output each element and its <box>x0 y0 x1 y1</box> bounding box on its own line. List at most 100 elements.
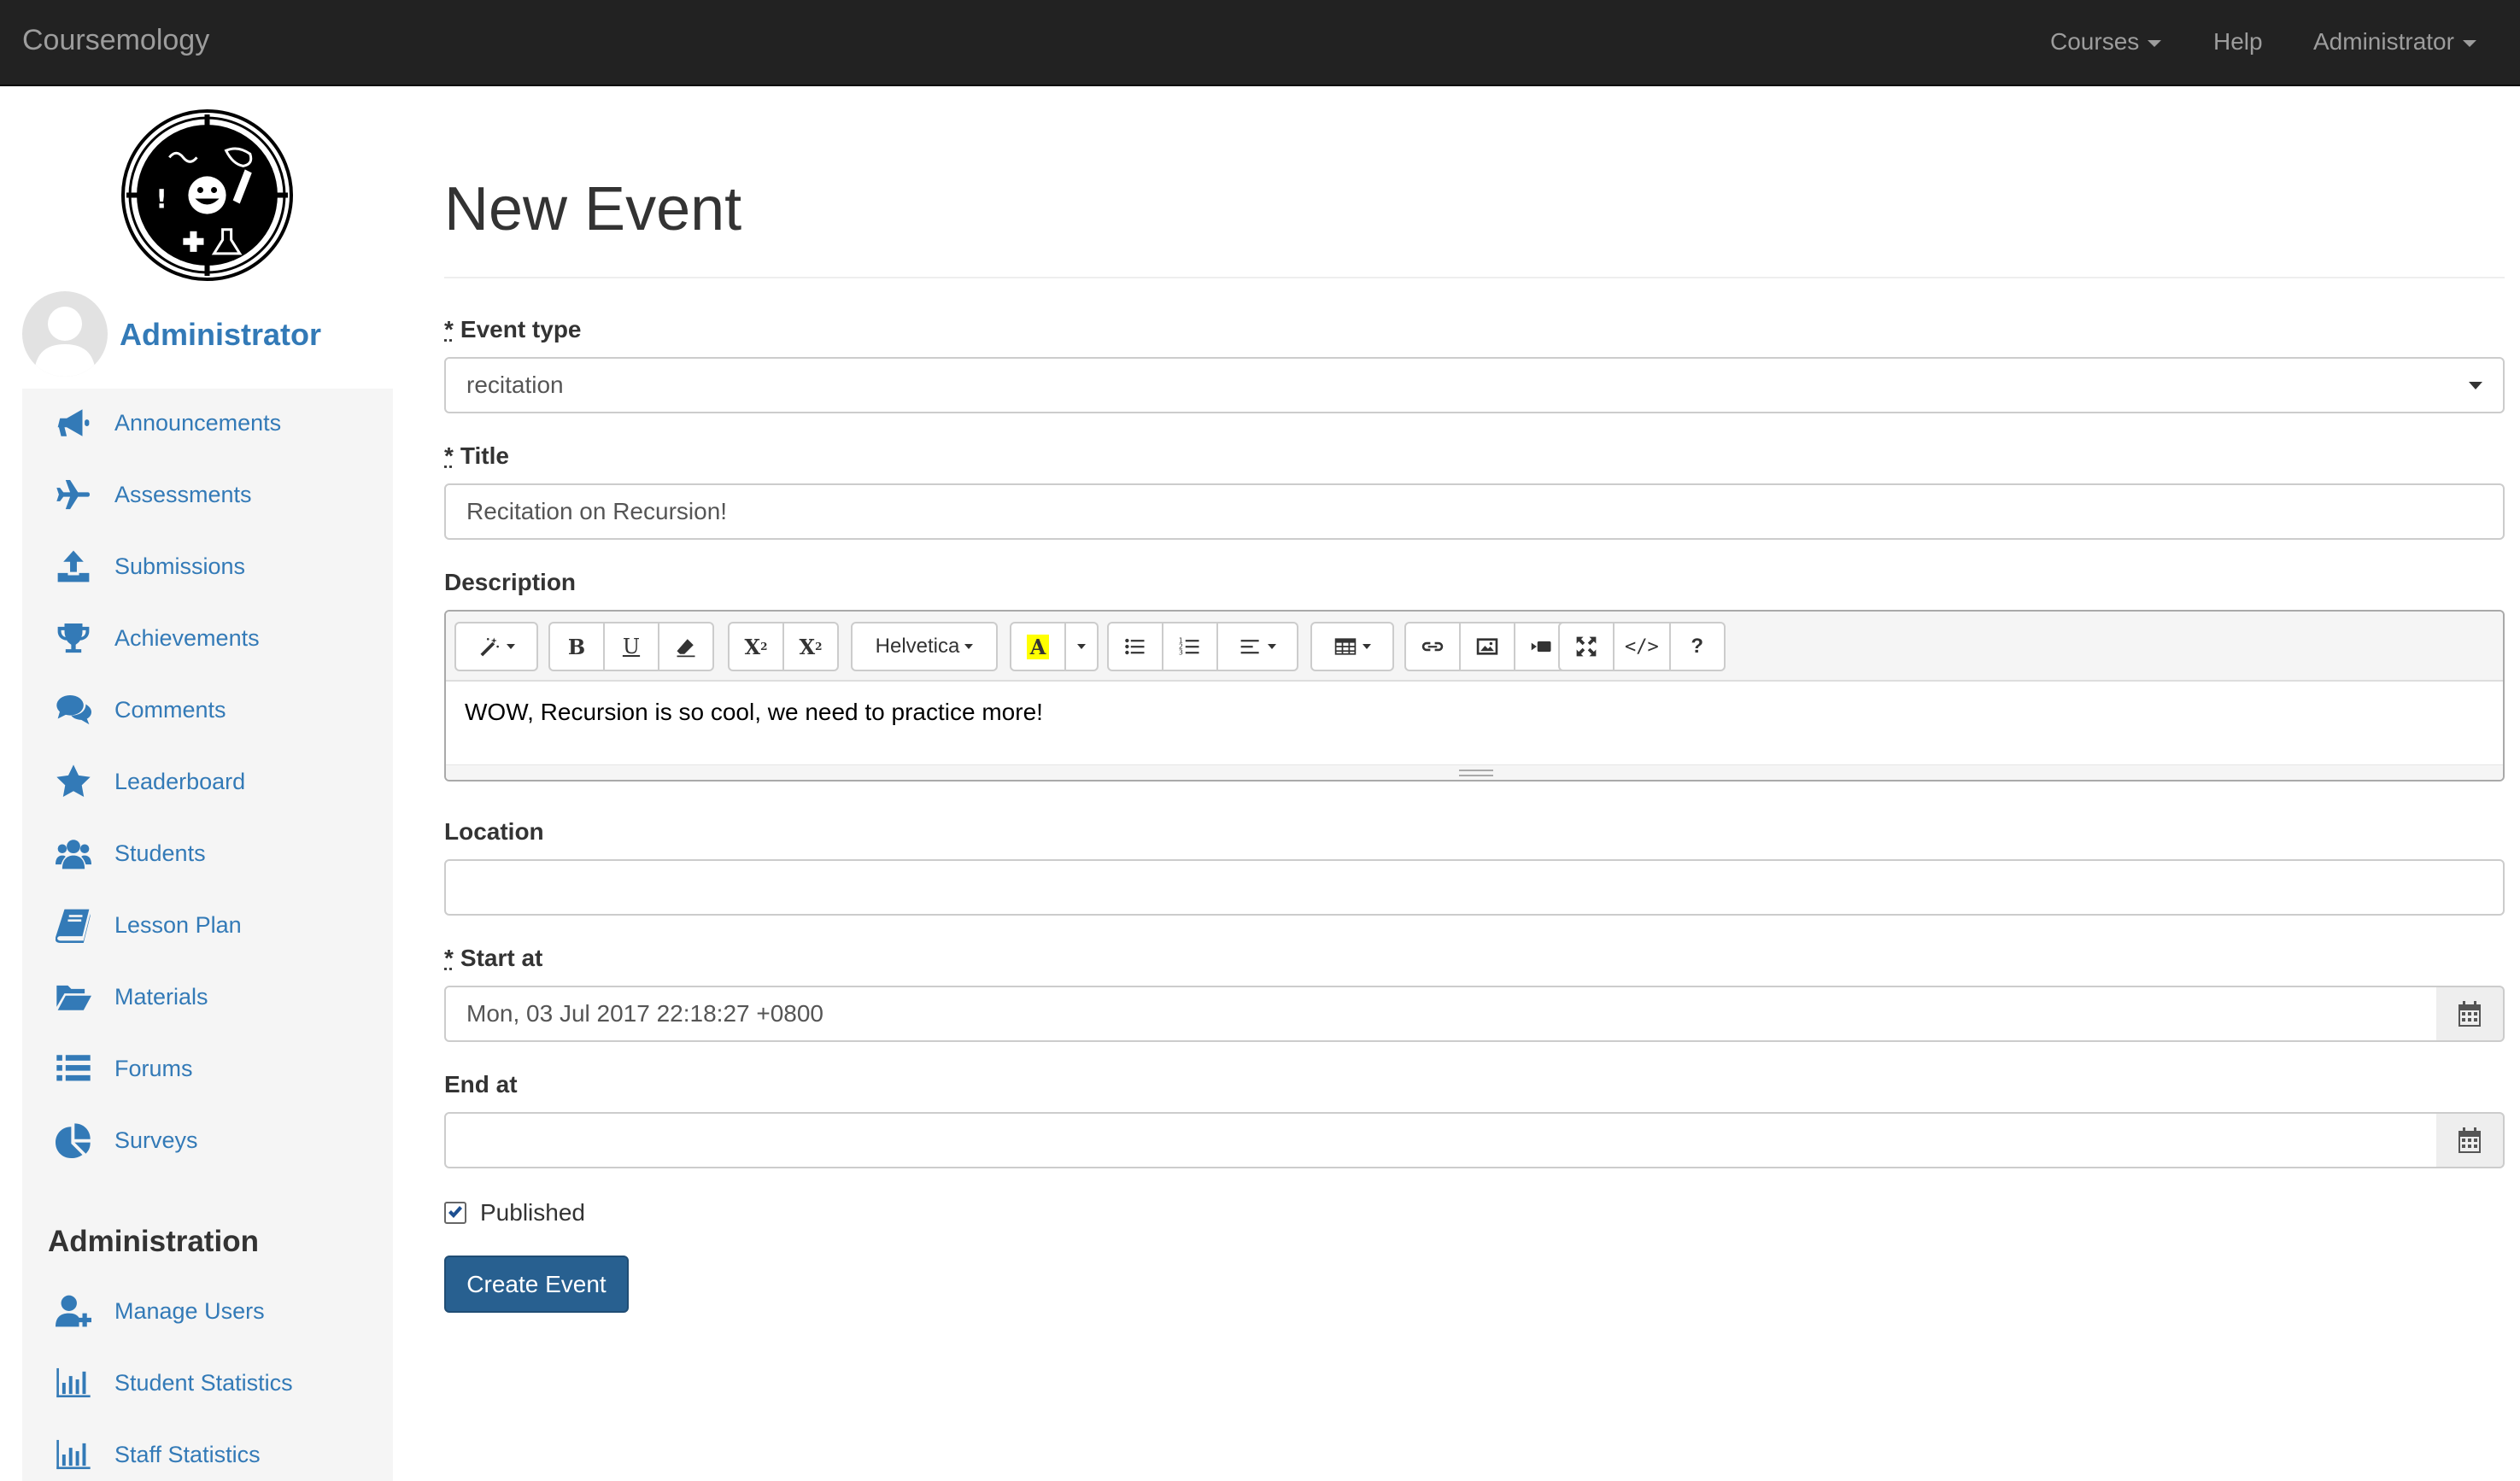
insert-link-button[interactable] <box>1404 622 1461 671</box>
sidebar-item-label: Achievements <box>114 624 260 651</box>
sidebar-item-leaderboard[interactable]: Leaderboard <box>55 756 245 807</box>
editor-content[interactable]: WOW, Recursion is so cool, we need to pr… <box>465 699 1043 726</box>
sidebar-item-student-statistics[interactable]: Student Statistics <box>55 1357 293 1408</box>
top-navbar: Coursemology Courses Help Administrator <box>0 0 2520 86</box>
published-checkbox[interactable] <box>444 1202 466 1224</box>
font-name-label: Helvetica <box>875 635 960 658</box>
sidebar-item-label: Announcements <box>114 409 282 436</box>
underline-button[interactable]: U <box>603 622 659 671</box>
ordered-list-button[interactable]: 123 <box>1162 622 1218 671</box>
calendar-icon <box>2458 1127 2481 1153</box>
paragraph-align-dropdown[interactable] <box>1216 622 1298 671</box>
style-button[interactable] <box>454 622 538 671</box>
list-icon <box>55 1050 92 1087</box>
subscript-button[interactable]: X2 <box>782 622 839 671</box>
fullscreen-button[interactable] <box>1558 622 1615 671</box>
sidebar-item-assessments[interactable]: Assessments <box>55 469 252 520</box>
required-marker: * <box>444 316 454 342</box>
start-at-value: Mon, 03 Jul 2017 22:18:27 +0800 <box>466 1000 824 1027</box>
nav-user-dropdown[interactable]: Administrator <box>2313 28 2476 56</box>
sidebar-item-label: Leaderboard <box>114 768 246 794</box>
comments-icon <box>55 691 92 729</box>
sidebar-item-label: Lesson Plan <box>114 911 242 938</box>
sidebar-item-forums[interactable]: Forums <box>55 1043 193 1094</box>
upload-icon <box>55 547 92 585</box>
superscript-button[interactable]: X2 <box>728 622 784 671</box>
sidebar-item-lesson-plan[interactable]: Lesson Plan <box>55 899 242 951</box>
title-value: Recitation on Recursion! <box>466 498 728 524</box>
font-name-dropdown[interactable]: Helvetica <box>851 622 998 671</box>
chevron-down-icon <box>2469 382 2482 389</box>
bold-button[interactable]: B <box>548 622 605 671</box>
svg-text:3: 3 <box>1179 649 1183 657</box>
start-at-input[interactable]: Mon, 03 Jul 2017 22:18:27 +0800 <box>444 986 2438 1042</box>
table-dropdown[interactable] <box>1310 622 1394 671</box>
text-color-dropdown[interactable] <box>1064 622 1099 671</box>
end-at-input[interactable] <box>444 1112 2438 1168</box>
sidebar-item-achievements[interactable]: Achievements <box>55 612 260 664</box>
sidebar-item-label: Materials <box>114 983 208 1010</box>
picture-icon <box>1476 638 1498 655</box>
nav-user-label: Administrator <box>2313 28 2454 55</box>
sidebar-item-label: Surveys <box>114 1127 198 1153</box>
location-label: Location <box>444 818 544 845</box>
checkmark-icon <box>448 1206 462 1218</box>
users-icon <box>55 834 92 872</box>
editor-toolbar: B U X2 X2 Helvetica A 123 </> ? <box>446 612 2503 682</box>
help-button[interactable]: ? <box>1668 622 1726 671</box>
plane-icon <box>55 476 92 513</box>
insert-picture-button[interactable] <box>1459 622 1515 671</box>
pie-chart-icon <box>55 1121 92 1159</box>
expand-icon <box>1576 636 1597 657</box>
avatar[interactable] <box>22 291 108 377</box>
event-type-select[interactable]: recitation <box>444 357 2505 413</box>
brand-link[interactable]: Coursemology <box>22 24 209 57</box>
event-type-label: * Event type <box>444 316 582 343</box>
caret-down-icon <box>1268 644 1276 649</box>
table-icon <box>1334 638 1357 655</box>
nav-courses-label: Courses <box>2050 28 2140 55</box>
start-at-label-text: Start at <box>460 945 543 971</box>
description-editor: B U X2 X2 Helvetica A 123 </> ? WOW, Rec… <box>444 610 2505 781</box>
list-ul-icon <box>1125 638 1145 655</box>
color-glyph: A <box>1026 634 1050 659</box>
published-field: Published <box>444 1196 585 1230</box>
event-type-label-text: Event type <box>460 316 582 342</box>
sidebar-item-label: Staff Statistics <box>114 1441 261 1467</box>
title-divider <box>444 277 2505 278</box>
sidebar-item-students[interactable]: Students <box>55 828 206 879</box>
sidebar-item-staff-statistics[interactable]: Staff Statistics <box>55 1429 261 1480</box>
title-label: * Title <box>444 442 509 470</box>
clear-format-button[interactable] <box>658 622 714 671</box>
title-input[interactable]: Recitation on Recursion! <box>444 483 2505 540</box>
course-logo: ! <box>121 109 293 281</box>
editor-resize-handle[interactable] <box>446 764 2503 780</box>
align-left-icon <box>1240 640 1259 654</box>
sidebar-item-submissions[interactable]: Submissions <box>55 541 245 592</box>
caret-down-icon <box>2148 39 2162 47</box>
sidebar-item-materials[interactable]: Materials <box>55 971 208 1022</box>
sidebar-item-label: Students <box>114 840 206 866</box>
create-event-button[interactable]: Create Event <box>444 1256 629 1313</box>
text-color-button[interactable]: A <box>1010 622 1066 671</box>
sidebar-item-manage-users[interactable]: Manage Users <box>55 1285 265 1337</box>
caret-down-icon <box>1077 644 1086 649</box>
unordered-list-button[interactable] <box>1107 622 1163 671</box>
nav-help-link[interactable]: Help <box>2213 28 2263 56</box>
published-label[interactable]: Published <box>480 1199 585 1226</box>
nav-courses-dropdown[interactable]: Courses <box>2050 28 2162 56</box>
location-input[interactable] <box>444 859 2505 916</box>
codeview-button[interactable]: </> <box>1613 622 1671 671</box>
sidebar-item-label: Comments <box>114 696 226 723</box>
sidebar-item-comments[interactable]: Comments <box>55 684 226 735</box>
video-icon <box>1531 641 1551 653</box>
sidebar-user-name[interactable]: Administrator <box>120 317 321 353</box>
sidebar-item-announcements[interactable]: Announcements <box>55 397 281 448</box>
end-at-calendar-button[interactable] <box>2436 1112 2505 1168</box>
description-label: Description <box>444 569 577 595</box>
start-at-calendar-button[interactable] <box>2436 986 2505 1042</box>
sidebar-item-label: Manage Users <box>114 1297 265 1324</box>
folder-open-icon <box>55 978 92 1016</box>
caret-down-icon <box>964 644 974 649</box>
sidebar-item-surveys[interactable]: Surveys <box>55 1115 198 1166</box>
